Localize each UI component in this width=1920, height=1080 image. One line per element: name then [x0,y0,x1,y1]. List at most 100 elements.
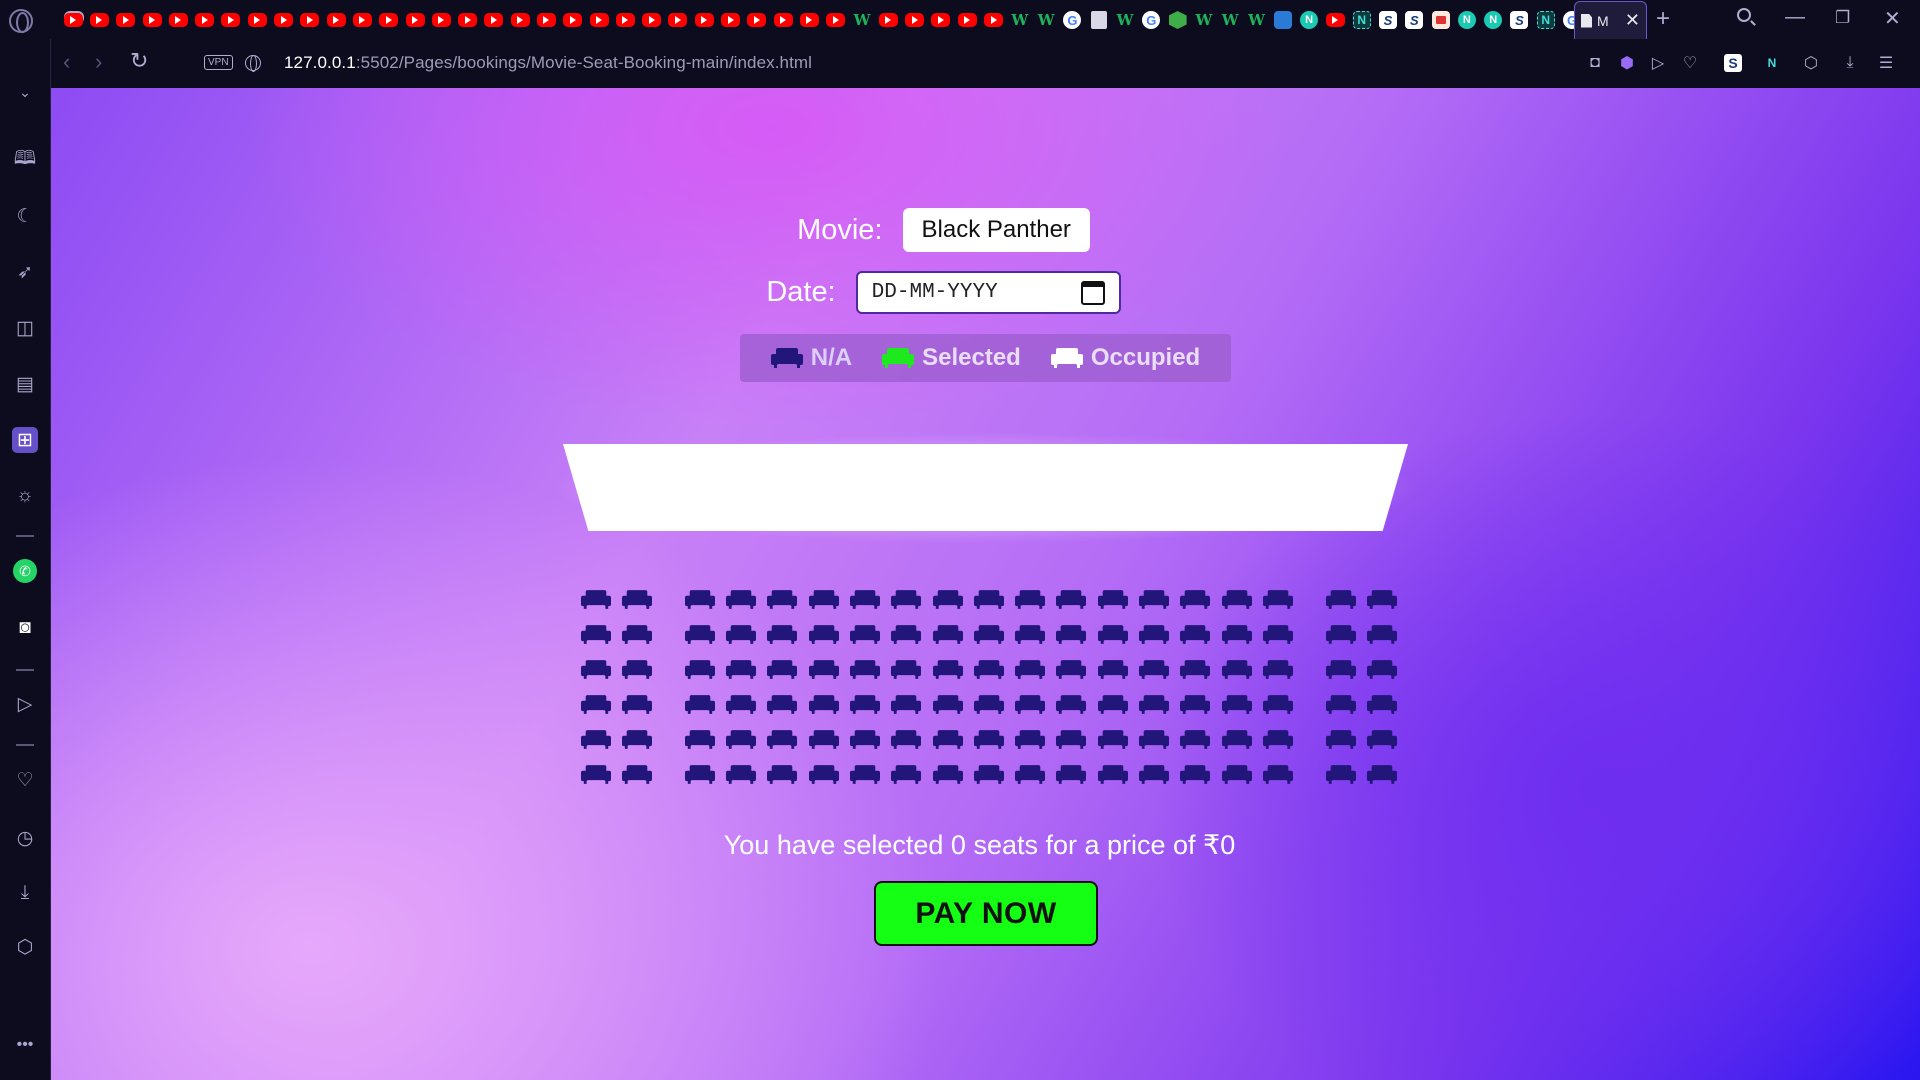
tab[interactable] [481,7,507,33]
tab[interactable] [586,7,612,33]
tab[interactable]: W [1191,7,1217,33]
gamepad-icon[interactable]: ◫ [12,315,38,341]
seat[interactable] [726,659,757,681]
seat[interactable] [684,694,715,716]
seat[interactable] [1139,729,1170,751]
pay-now-button[interactable]: PAY NOW [874,881,1098,946]
extension-s-icon[interactable]: S [1724,54,1742,72]
seat[interactable] [1056,764,1087,786]
seat[interactable] [1367,764,1398,786]
seat[interactable] [849,659,880,681]
seat[interactable] [1180,589,1211,611]
seat[interactable] [1221,589,1252,611]
seat[interactable] [1221,659,1252,681]
seat[interactable] [767,589,798,611]
seat[interactable] [580,729,611,751]
seat[interactable] [1139,764,1170,786]
tab[interactable] [376,7,402,33]
seat[interactable] [849,764,880,786]
seat[interactable] [1139,589,1170,611]
seat[interactable] [973,694,1004,716]
seat[interactable] [808,589,839,611]
tab[interactable]: W [1007,7,1033,33]
seat[interactable] [932,589,963,611]
seat[interactable] [1367,624,1398,646]
restore-button[interactable]: ❐ [1835,8,1850,28]
close-window-button[interactable]: ✕ [1884,6,1901,31]
seat[interactable] [891,624,922,646]
seat[interactable] [808,624,839,646]
extension-n-icon[interactable]: N [1762,53,1782,73]
send-icon[interactable]: ▷ [1648,53,1668,73]
tab[interactable] [1270,7,1296,33]
seat[interactable] [1097,624,1128,646]
seat[interactable] [1097,764,1128,786]
chevron-down-icon[interactable]: ⌄ [12,79,38,105]
seat[interactable] [767,729,798,751]
tab[interactable] [165,7,191,33]
close-tab-icon[interactable]: ✕ [1625,10,1640,31]
cube-icon[interactable]: ⬡ [12,934,38,960]
opera-logo-icon[interactable] [9,9,33,33]
tab[interactable]: S [1375,7,1401,33]
seat[interactable] [684,764,715,786]
vpn-badge[interactable]: VPN [204,55,233,70]
seat[interactable] [1015,694,1046,716]
seat[interactable] [1180,764,1211,786]
seat[interactable] [580,694,611,716]
tab[interactable]: N [1480,7,1506,33]
tab[interactable] [349,7,375,33]
seat[interactable] [1325,729,1356,751]
tab[interactable]: W [849,7,875,33]
tab[interactable]: N [1296,7,1322,33]
seat[interactable] [1056,589,1087,611]
tab[interactable] [60,7,86,33]
tab[interactable]: S [1401,7,1427,33]
tab-active[interactable]: M ✕ [1574,1,1647,39]
notes-icon[interactable]: ▤ [12,371,38,397]
date-input[interactable]: DD-MM-YYYY [855,271,1121,314]
minimize-button[interactable]: — [1785,6,1805,29]
seat[interactable] [808,729,839,751]
seat[interactable] [621,694,652,716]
seat[interactable] [1097,589,1128,611]
tab[interactable] [533,7,559,33]
seat[interactable] [1262,624,1293,646]
seat[interactable] [1325,589,1356,611]
tab[interactable] [980,7,1006,33]
seat[interactable] [1015,764,1046,786]
seat[interactable] [1056,694,1087,716]
seat[interactable] [1262,729,1293,751]
seat[interactable] [973,764,1004,786]
tab[interactable] [402,7,428,33]
tab[interactable] [902,7,928,33]
seat[interactable] [621,624,652,646]
seat[interactable] [973,659,1004,681]
gift-icon[interactable]: ⊞ [12,427,38,453]
tab[interactable] [428,7,454,33]
seat[interactable] [1139,624,1170,646]
seat[interactable] [891,729,922,751]
seat[interactable] [621,764,652,786]
tab[interactable] [717,7,743,33]
seat[interactable] [1221,624,1252,646]
seat[interactable] [1367,659,1398,681]
seat[interactable] [1367,729,1398,751]
tab[interactable] [954,7,980,33]
tab[interactable] [823,7,849,33]
seat[interactable] [1015,624,1046,646]
seat[interactable] [1097,694,1128,716]
tab[interactable]: G [1059,7,1085,33]
seat[interactable] [621,729,652,751]
seat[interactable] [1262,589,1293,611]
seat[interactable] [1325,659,1356,681]
seat[interactable] [1367,589,1398,611]
tab[interactable] [796,7,822,33]
seat[interactable] [1180,659,1211,681]
seat[interactable] [973,589,1004,611]
tab[interactable] [1086,7,1112,33]
seat[interactable] [1015,729,1046,751]
tab[interactable] [507,7,533,33]
tab[interactable] [665,7,691,33]
seat[interactable] [1367,694,1398,716]
